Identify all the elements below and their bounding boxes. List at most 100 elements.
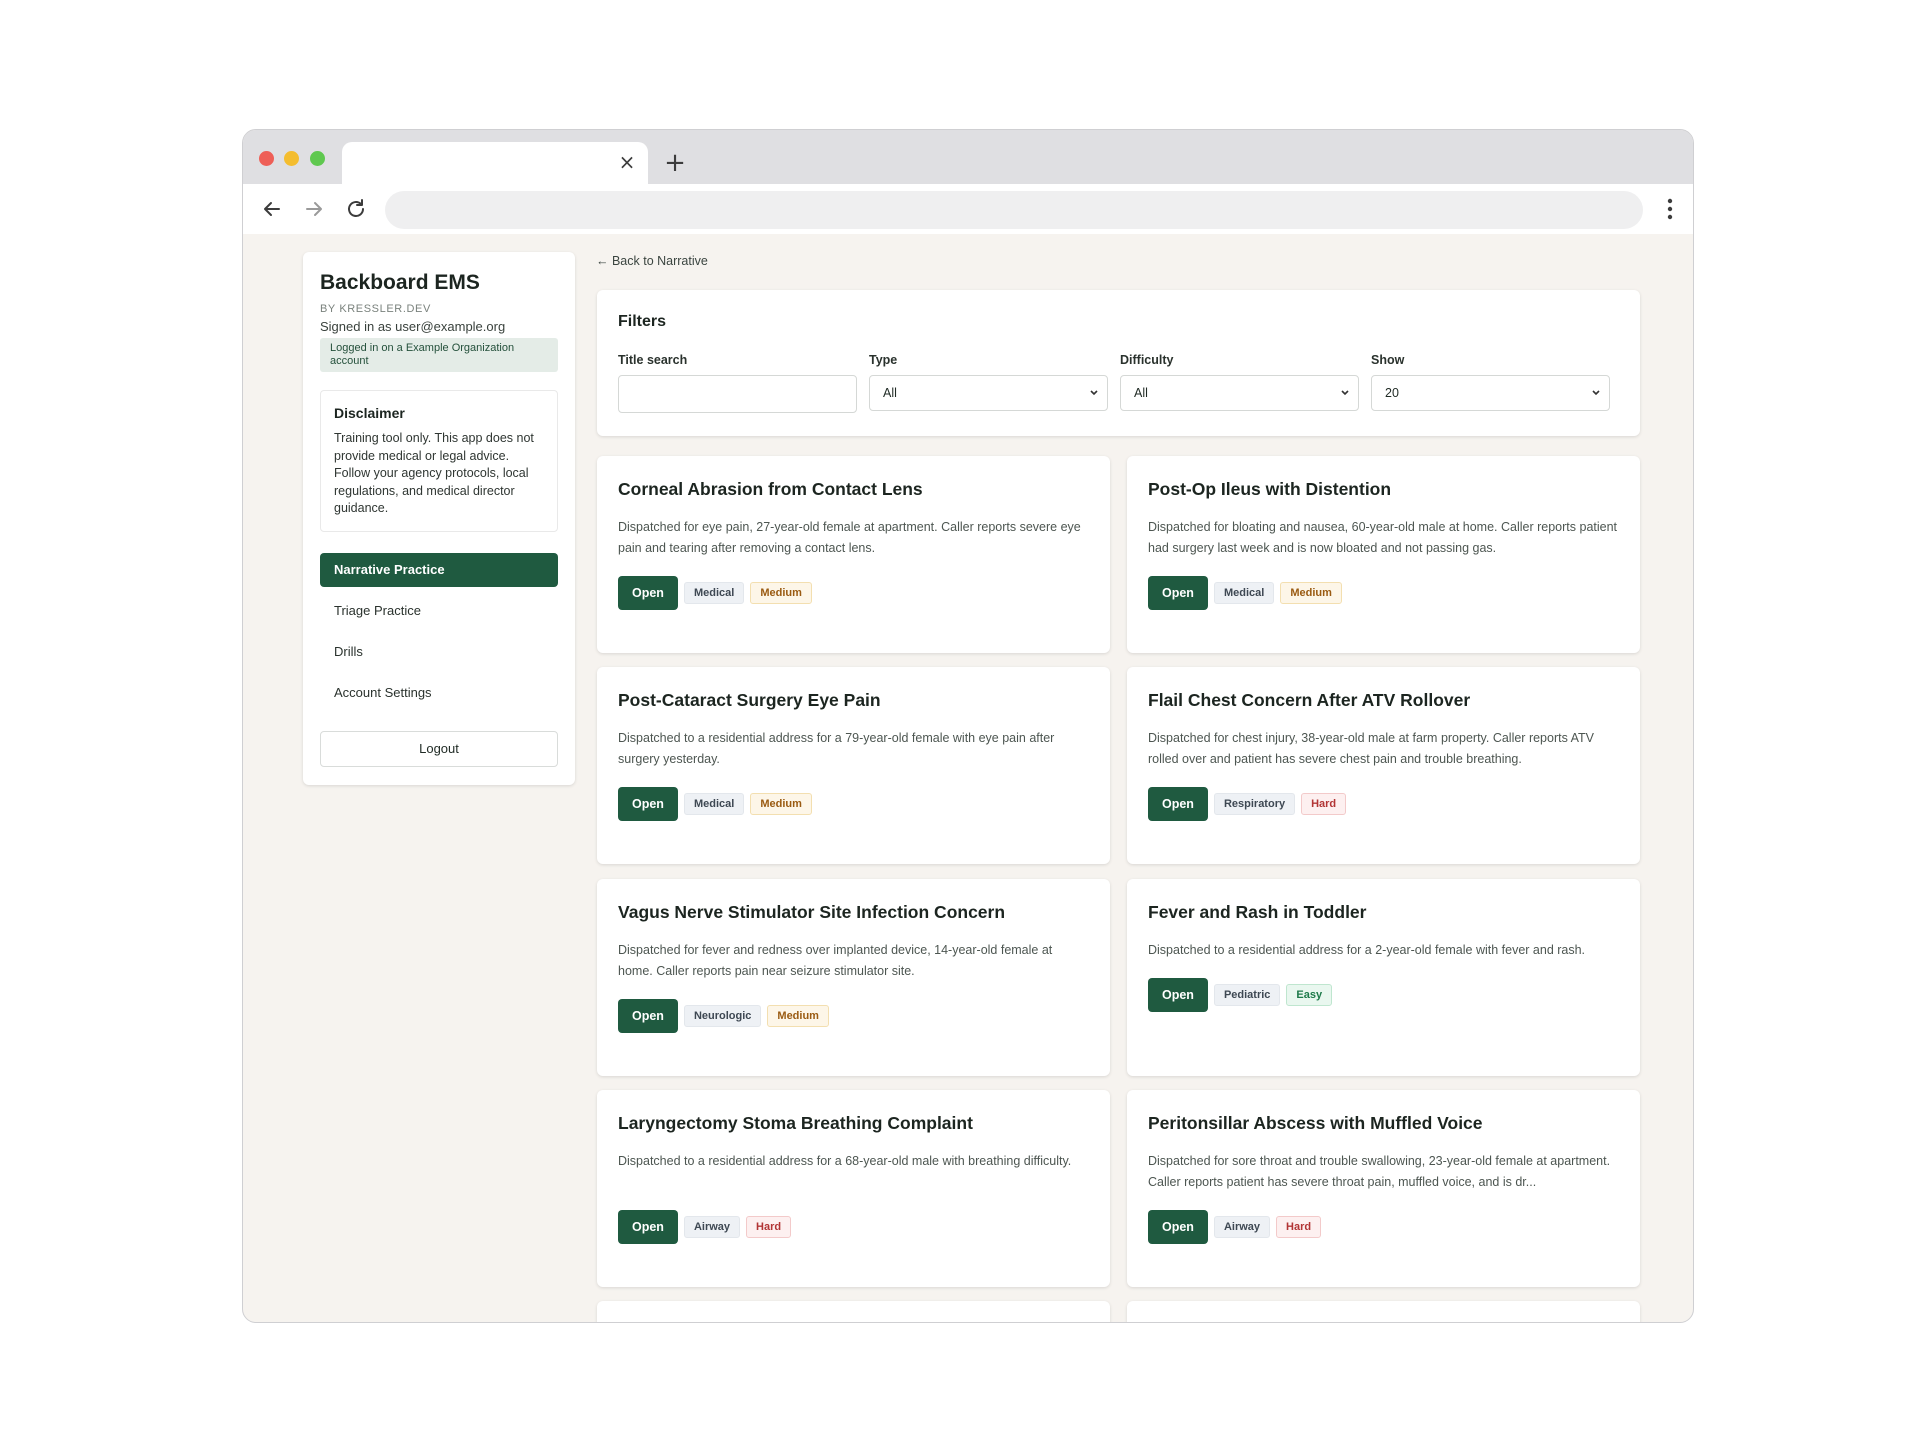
minimize-window-icon[interactable] <box>284 151 299 166</box>
scenario-card: Post-Op Ileus with Distention Dispatched… <box>1127 456 1640 653</box>
category-tag: Respiratory <box>1213 793 1296 815</box>
scenario-actions: Open Respiratory Hard <box>1148 787 1347 821</box>
show-select-value: 20 <box>1385 386 1399 400</box>
scenario-card: Laryngectomy Stoma Breathing Complaint D… <box>597 1090 1110 1287</box>
scenario-title: Post-Op Ileus with Distention <box>1148 479 1392 499</box>
scenario-actions: Open Airway Hard <box>1148 1210 1322 1244</box>
nav-drills[interactable]: Drills <box>320 635 558 669</box>
category-tag: Medical <box>683 582 745 604</box>
difficulty-tag: Medium <box>1280 582 1342 604</box>
difficulty-select[interactable]: All <box>1120 375 1359 411</box>
scenario-description: Dispatched to a residential address for … <box>618 731 1055 766</box>
scenario-card: Flail Chest Concern After ATV Rollover D… <box>1127 667 1640 864</box>
logout-button[interactable]: Logout <box>320 731 558 767</box>
scenario-title: Fever and Rash in Toddler <box>1148 902 1367 922</box>
close-window-icon[interactable] <box>259 151 274 166</box>
open-button[interactable]: Open <box>618 576 678 610</box>
scenario-card-partial <box>597 1301 1110 1322</box>
difficulty-tag: Medium <box>767 1005 829 1027</box>
difficulty-select-value: All <box>1134 386 1148 400</box>
filters-panel: Filters Title search Type All Difficulty… <box>597 290 1640 436</box>
title-search-input[interactable] <box>618 375 857 413</box>
filters-title: Filters <box>618 313 667 330</box>
scenario-description: Dispatched for sore throat and trouble s… <box>1148 1154 1611 1189</box>
scenario-title: Vagus Nerve Stimulator Site Infection Co… <box>618 902 1006 922</box>
brand-title: Backboard EMS <box>320 271 480 294</box>
disclaimer-box: Disclaimer Training tool only. This app … <box>320 390 558 532</box>
difficulty-tag: Easy <box>1286 984 1333 1006</box>
scenario-actions: Open Medical Medium <box>618 576 812 610</box>
browser-toolbar <box>243 184 1693 234</box>
scenario-title: Flail Chest Concern After ATV Rollover <box>1148 690 1471 710</box>
scenario-description: Dispatched for bloating and nausea, 60-y… <box>1148 520 1618 555</box>
reload-icon[interactable] <box>343 196 369 222</box>
scenario-actions: Open Medical Medium <box>618 787 812 821</box>
category-tag: Airway <box>683 1216 741 1238</box>
open-button[interactable]: Open <box>1148 576 1208 610</box>
signed-in-text: Signed in as user@example.org <box>320 319 506 334</box>
browser-tab[interactable]: × <box>342 142 648 184</box>
org-badge: Logged in on a Example Organization acco… <box>320 338 558 372</box>
scenario-description: Dispatched to a residential address for … <box>1148 943 1586 957</box>
type-label: Type <box>869 353 898 367</box>
category-tag: Airway <box>1213 1216 1271 1238</box>
show-label: Show <box>1371 353 1405 367</box>
scenario-description: Dispatched for eye pain, 27-year-old fem… <box>618 520 1081 555</box>
forward-arrow-icon[interactable] <box>301 196 327 222</box>
browser-menu-icon[interactable] <box>1665 196 1675 222</box>
scenario-actions: Open Neurologic Medium <box>618 999 829 1033</box>
category-tag: Pediatric <box>1213 984 1281 1006</box>
close-tab-icon[interactable]: × <box>616 151 638 173</box>
sidebar: Backboard EMS BY KRESSLER.DEV Signed in … <box>303 252 575 785</box>
browser-titlebar: × + <box>243 130 1693 184</box>
category-tag: Medical <box>683 793 745 815</box>
scenario-card-partial <box>1127 1301 1640 1322</box>
scenario-card: Fever and Rash in Toddler Dispatched to … <box>1127 879 1640 1076</box>
difficulty-tag: Hard <box>746 1216 792 1238</box>
open-button[interactable]: Open <box>1148 1210 1208 1244</box>
scenario-card: Peritonsillar Abscess with Muffled Voice… <box>1127 1090 1640 1287</box>
open-button[interactable]: Open <box>1148 787 1208 821</box>
difficulty-tag: Hard <box>1301 793 1347 815</box>
nav-narrative-practice[interactable]: Narrative Practice <box>320 553 558 587</box>
disclaimer-title: Disclaimer <box>334 405 405 421</box>
category-tag: Medical <box>1213 582 1275 604</box>
new-tab-icon[interactable]: + <box>661 150 689 178</box>
disclaimer-body: Training tool only. This app does not pr… <box>334 431 534 515</box>
scenario-card: Post-Cataract Surgery Eye Pain Dispatche… <box>597 667 1110 864</box>
back-to-narrative-link[interactable]: ← Back to Narrative <box>596 254 708 268</box>
scenario-actions: Open Pediatric Easy <box>1148 978 1333 1012</box>
scenario-description: Dispatched for chest injury, 38-year-old… <box>1148 731 1595 766</box>
type-select-value: All <box>883 386 897 400</box>
brand-subtitle: BY KRESSLER.DEV <box>320 303 431 315</box>
show-select[interactable]: 20 <box>1371 375 1610 411</box>
difficulty-label: Difficulty <box>1120 353 1174 367</box>
type-select[interactable]: All <box>869 375 1108 411</box>
chevron-down-icon <box>1341 390 1349 396</box>
title-search-label: Title search <box>618 353 688 367</box>
open-button[interactable]: Open <box>1148 978 1208 1012</box>
chevron-down-icon <box>1090 390 1098 396</box>
difficulty-tag: Medium <box>750 582 812 604</box>
open-button[interactable]: Open <box>618 1210 678 1244</box>
nav-account-settings[interactable]: Account Settings <box>320 676 558 710</box>
scenario-title: Laryngectomy Stoma Breathing Complaint <box>618 1113 973 1133</box>
scenario-description: Dispatched to a residential address for … <box>618 1154 1072 1168</box>
scenario-title: Peritonsillar Abscess with Muffled Voice <box>1148 1113 1483 1133</box>
address-bar[interactable] <box>385 191 1643 229</box>
open-button[interactable]: Open <box>618 999 678 1033</box>
browser-window: × + Backboard EMS BY KRESSLER.DEV Signed… <box>242 129 1694 1323</box>
difficulty-tag: Medium <box>750 793 812 815</box>
difficulty-tag: Hard <box>1276 1216 1322 1238</box>
maximize-window-icon[interactable] <box>310 151 325 166</box>
scenario-card: Vagus Nerve Stimulator Site Infection Co… <box>597 879 1110 1076</box>
chevron-down-icon <box>1592 390 1600 396</box>
scenario-description: Dispatched for fever and redness over im… <box>618 943 1053 978</box>
open-button[interactable]: Open <box>618 787 678 821</box>
back-arrow-icon[interactable] <box>259 196 285 222</box>
scenario-card: Corneal Abrasion from Contact Lens Dispa… <box>597 456 1110 653</box>
page-viewport: Backboard EMS BY KRESSLER.DEV Signed in … <box>243 234 1693 1322</box>
scenario-actions: Open Airway Hard <box>618 1210 792 1244</box>
scenario-actions: Open Medical Medium <box>1148 576 1342 610</box>
nav-triage-practice[interactable]: Triage Practice <box>320 594 558 628</box>
